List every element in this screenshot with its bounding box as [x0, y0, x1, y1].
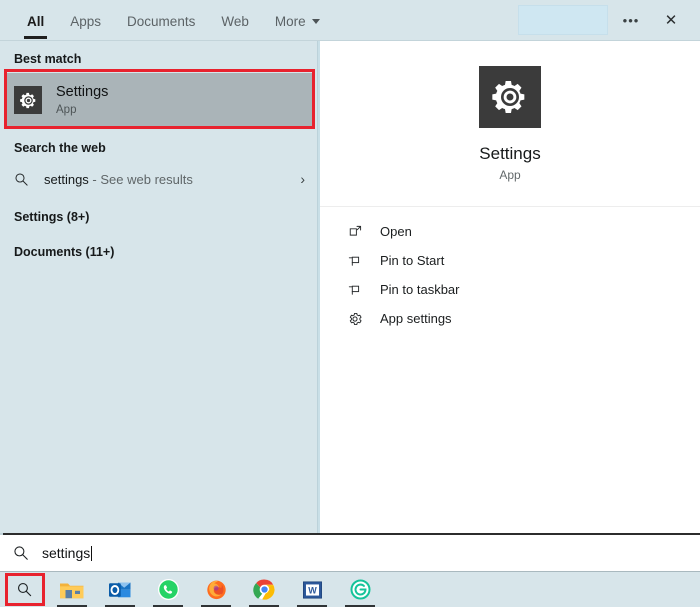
gear-icon [19, 91, 38, 110]
taskbar-item-firefox[interactable] [192, 572, 240, 607]
category-documents-header[interactable]: Documents (11+) [0, 231, 317, 266]
action-open[interactable]: Open [320, 217, 700, 246]
action-pin-to-start[interactable]: Pin to Start [320, 246, 700, 275]
pin-icon [344, 282, 366, 297]
search-icon [0, 545, 42, 561]
web-result-suffix: - See web results [89, 172, 193, 187]
settings-app-tile [14, 86, 42, 114]
tab-more[interactable]: More [262, 2, 333, 40]
taskbar-item-outlook[interactable] [96, 572, 144, 607]
tabbar-right-controls: ••• ✕ [518, 0, 700, 40]
tab-apps-label: Apps [70, 14, 101, 29]
tab-documents[interactable]: Documents [114, 2, 208, 40]
search-input-bar[interactable]: settings [0, 535, 700, 572]
close-button[interactable]: ✕ [654, 5, 688, 35]
action-open-label: Open [380, 224, 412, 239]
result-title: Settings [56, 83, 108, 101]
action-app-settings[interactable]: App settings [320, 304, 700, 333]
svg-text:W: W [308, 585, 317, 595]
result-item-settings[interactable]: Settings App [4, 73, 313, 127]
web-result-label: settings - See web results [44, 172, 193, 187]
windows-search-screen: All Apps Documents Web More [0, 0, 700, 607]
preview-app-tile [479, 66, 541, 128]
account-panel[interactable] [518, 5, 608, 35]
chevron-down-icon [312, 19, 320, 24]
gear-icon [490, 77, 530, 117]
word-icon: W [301, 579, 324, 601]
folder-icon [59, 579, 85, 601]
category-settings-header[interactable]: Settings (8+) [0, 196, 317, 231]
result-subtitle: App [56, 103, 108, 117]
chevron-right-icon: › [300, 172, 305, 186]
preview-app-title: Settings [479, 144, 540, 164]
whatsapp-icon [157, 578, 180, 601]
action-pin-to-taskbar[interactable]: Pin to taskbar [320, 275, 700, 304]
taskbar-item-search[interactable] [0, 572, 48, 607]
web-result-item[interactable]: settings - See web results › [0, 162, 317, 196]
tab-web-label: Web [221, 14, 249, 29]
preview-header: Settings App [320, 41, 700, 207]
tab-web[interactable]: Web [208, 2, 262, 40]
best-match-wrapper: Settings App [4, 73, 313, 127]
result-item-text: Settings App [56, 83, 108, 118]
tab-documents-label: Documents [127, 14, 195, 29]
search-tabbar: All Apps Documents Web More [0, 0, 700, 41]
search-input[interactable]: settings [42, 545, 90, 561]
tab-apps[interactable]: Apps [57, 2, 114, 40]
search-body: Best match Settings App [0, 41, 700, 533]
chrome-icon [253, 578, 276, 601]
tab-more-label: More [275, 14, 306, 29]
action-pin-to-start-label: Pin to Start [380, 253, 444, 268]
outlook-icon [108, 579, 132, 601]
close-icon: ✕ [665, 11, 678, 29]
tab-all[interactable]: All [14, 2, 57, 40]
taskbar-item-grammarly[interactable] [336, 572, 384, 607]
firefox-icon [205, 578, 228, 601]
ellipsis-icon: ••• [623, 13, 640, 28]
open-in-new-icon [344, 224, 366, 239]
pin-icon [344, 253, 366, 268]
results-pane: Best match Settings App [0, 41, 318, 533]
best-match-header: Best match [0, 41, 317, 73]
action-pin-to-taskbar-label: Pin to taskbar [380, 282, 460, 297]
taskbar-item-word[interactable]: W [288, 572, 336, 607]
gear-outline-icon [344, 311, 366, 327]
taskbar: W [0, 572, 700, 607]
search-flyout: All Apps Documents Web More [0, 0, 700, 535]
tab-all-label: All [27, 14, 44, 29]
web-result-query: settings [44, 172, 89, 187]
tab-list: All Apps Documents Web More [0, 0, 333, 40]
grammarly-icon [349, 578, 372, 601]
more-options-button[interactable]: ••• [614, 5, 648, 35]
text-cursor [91, 546, 92, 561]
taskbar-item-whatsapp[interactable] [144, 572, 192, 607]
taskbar-item-file-explorer[interactable] [48, 572, 96, 607]
taskbar-item-chrome[interactable] [240, 572, 288, 607]
search-web-header: Search the web [0, 127, 317, 162]
preview-action-list: Open Pin to Start [320, 207, 700, 333]
preview-app-type: App [499, 168, 520, 182]
search-icon [16, 581, 33, 598]
preview-pane: Settings App Open [318, 41, 700, 533]
action-app-settings-label: App settings [380, 311, 452, 326]
search-icon [14, 172, 36, 187]
